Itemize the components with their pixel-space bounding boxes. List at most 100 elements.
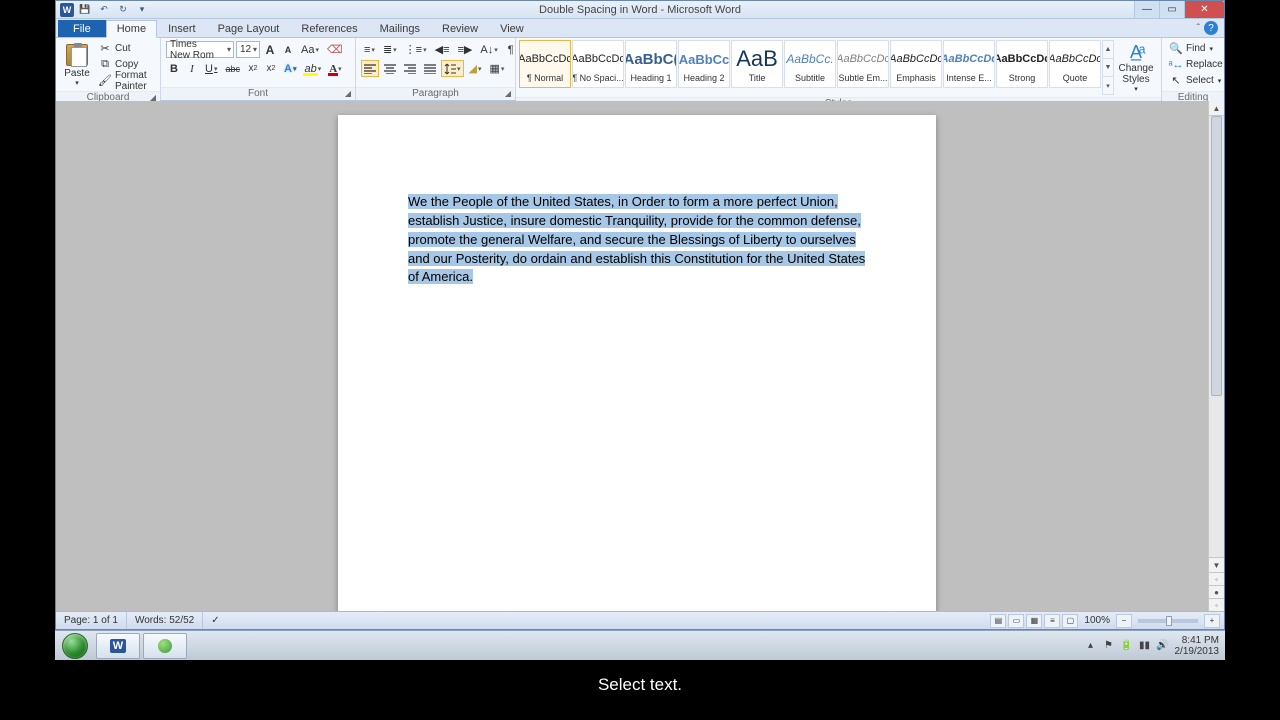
align-center-button[interactable] (381, 60, 399, 77)
qat-customize-icon[interactable]: ▾ (134, 3, 150, 17)
paste-button[interactable]: Paste ▾ (60, 40, 94, 89)
scroll-track[interactable] (1209, 116, 1224, 557)
qat-save-icon[interactable]: 💾 (77, 3, 93, 17)
justify-button[interactable] (421, 60, 439, 77)
sort-button[interactable]: A↓ (477, 41, 500, 58)
view-full-screen-icon[interactable]: ▭ (1008, 614, 1024, 628)
increase-indent-button[interactable]: ≡▶ (455, 41, 476, 58)
help-icon[interactable]: ? (1204, 21, 1218, 35)
underline-button[interactable]: U (202, 60, 220, 77)
replace-button[interactable]: ᵃ↔Replace (1167, 57, 1225, 72)
style-item[interactable]: AaBbCcDcQuote (1049, 40, 1101, 88)
paragraph-launcher-icon[interactable]: ◢ (503, 89, 513, 99)
font-size-combo[interactable]: 12 (236, 41, 260, 58)
tray-volume-icon[interactable]: 🔊 (1157, 640, 1169, 652)
tray-network-icon[interactable]: ▮▮ (1139, 640, 1151, 652)
zoom-slider[interactable] (1138, 619, 1198, 623)
zoom-percent[interactable]: 100% (1084, 615, 1110, 626)
document-page[interactable]: We the People of the United States, in O… (338, 115, 936, 611)
style-item[interactable]: AaBbCc.Subtitle (784, 40, 836, 88)
strikethrough-button[interactable]: abc (222, 60, 243, 77)
tab-insert[interactable]: Insert (157, 20, 207, 37)
format-painter-button[interactable]: 🖌Format Painter (96, 73, 156, 88)
style-item[interactable]: AaBbCcDcIntense E... (943, 40, 995, 88)
select-browse-icon[interactable]: ● (1209, 585, 1224, 598)
zoom-slider-knob[interactable] (1166, 616, 1172, 626)
word-app-icon[interactable]: W (60, 3, 74, 17)
styles-gallery[interactable]: AaBbCcDc¶ NormalAaBbCcDc¶ No Spaci...AaB… (519, 40, 1101, 95)
minimize-ribbon-icon[interactable]: ˆ (1197, 23, 1200, 34)
zoom-in-button[interactable]: + (1204, 614, 1220, 628)
tab-file[interactable]: File (58, 20, 106, 37)
subscript-button[interactable]: x2 (245, 60, 261, 77)
tab-page-layout[interactable]: Page Layout (207, 20, 291, 37)
tray-clock[interactable]: 8:41 PM 2/19/2013 (1175, 635, 1220, 657)
close-button[interactable]: ✕ (1184, 1, 1224, 18)
view-draft-icon[interactable]: ▢ (1062, 614, 1078, 628)
highlight-button[interactable]: ab (301, 60, 324, 77)
shading-button[interactable]: ◢ (466, 60, 485, 77)
scroll-down-icon[interactable]: ▼ (1209, 557, 1224, 572)
tab-view[interactable]: View (489, 20, 535, 37)
tray-power-icon[interactable]: 🔋 (1121, 640, 1133, 652)
font-color-button[interactable]: A (326, 60, 344, 77)
decrease-indent-button[interactable]: ◀≡ (432, 41, 453, 58)
styles-more-icon[interactable]: ▾ (1103, 77, 1113, 94)
font-launcher-icon[interactable]: ◢ (343, 89, 353, 99)
status-words[interactable]: Words: 52/52 (127, 612, 203, 629)
style-item[interactable]: AaBbCcDcStrong (996, 40, 1048, 88)
maximize-button[interactable]: ▭ (1159, 1, 1184, 18)
bold-button[interactable]: B (166, 60, 182, 77)
grow-font-button[interactable]: A (262, 41, 278, 58)
status-proofing-icon[interactable]: ✓ (203, 612, 227, 629)
document-body[interactable]: We the People of the United States, in O… (338, 115, 936, 287)
tab-review[interactable]: Review (431, 20, 489, 37)
change-case-button[interactable]: Aa (298, 41, 322, 58)
view-outline-icon[interactable]: ≡ (1044, 614, 1060, 628)
qat-redo-icon[interactable]: ↻ (115, 3, 131, 17)
tab-mailings[interactable]: Mailings (369, 20, 431, 37)
tray-show-hidden-icon[interactable]: ▴ (1085, 640, 1097, 652)
select-button[interactable]: ↖Select▾ (1167, 73, 1223, 88)
superscript-button[interactable]: x2 (263, 60, 279, 77)
selected-text[interactable]: We the People of the United States, in O… (408, 194, 865, 284)
minimize-button[interactable]: — (1134, 1, 1159, 18)
line-spacing-button[interactable] (441, 60, 464, 77)
tab-home[interactable]: Home (106, 20, 157, 38)
font-name-combo[interactable]: Times New Rom (166, 41, 234, 58)
text-effects-button[interactable]: A (281, 60, 299, 77)
style-item[interactable]: AaBbCcDc¶ No Spaci... (572, 40, 624, 88)
style-item[interactable]: AaBbCcDcEmphasis (890, 40, 942, 88)
next-page-icon[interactable]: ◦ (1209, 598, 1224, 611)
style-item[interactable]: AaBbC(Heading 1 (625, 40, 677, 88)
align-left-button[interactable] (361, 60, 379, 77)
status-page[interactable]: Page: 1 of 1 (56, 612, 127, 629)
align-right-button[interactable] (401, 60, 419, 77)
bullets-button[interactable]: ≡ (361, 41, 378, 58)
multilevel-list-button[interactable]: ⋮≡ (402, 41, 430, 58)
style-item[interactable]: AaBbCcHeading 2 (678, 40, 730, 88)
taskbar-app-icon[interactable] (143, 633, 187, 659)
shrink-font-button[interactable]: A (280, 41, 296, 58)
italic-button[interactable]: I (184, 60, 200, 77)
borders-button[interactable]: ▦ (487, 60, 508, 77)
style-item[interactable]: AaBbCcDcSubtle Em... (837, 40, 889, 88)
scroll-up-icon[interactable]: ▲ (1209, 101, 1224, 116)
change-styles-button[interactable]: A̲ͣ Change Styles ▾ (1114, 40, 1158, 95)
vertical-scrollbar[interactable]: ▲ ▼ ◦ ● ◦ (1208, 101, 1224, 611)
clear-formatting-button[interactable]: ⌫ (324, 41, 346, 58)
tray-flag-icon[interactable]: ⚑ (1103, 640, 1115, 652)
taskbar-word-icon[interactable]: W (96, 633, 140, 659)
cut-button[interactable]: ✂Cut (96, 41, 156, 56)
styles-scroll-down-icon[interactable]: ▼ (1103, 59, 1113, 77)
scroll-thumb[interactable] (1211, 116, 1222, 396)
find-button[interactable]: 🔍Find▾ (1167, 41, 1215, 56)
zoom-out-button[interactable]: − (1116, 614, 1132, 628)
start-button[interactable] (57, 632, 93, 660)
tab-references[interactable]: References (290, 20, 368, 37)
styles-scroll-up-icon[interactable]: ▲ (1103, 41, 1113, 59)
view-web-layout-icon[interactable]: ▦ (1026, 614, 1042, 628)
prev-page-icon[interactable]: ◦ (1209, 572, 1224, 585)
view-print-layout-icon[interactable]: ▤ (990, 614, 1006, 628)
style-item[interactable]: AaBbCcDc¶ Normal (519, 40, 571, 88)
